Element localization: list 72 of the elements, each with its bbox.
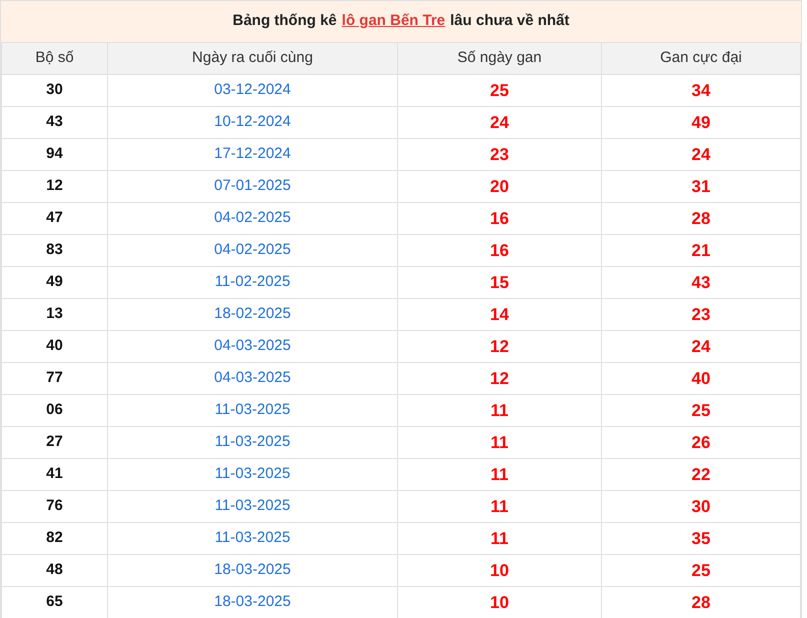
max-gap-cell: 31	[602, 170, 800, 202]
date-cell: 11-02-2025	[108, 266, 398, 298]
column-header: Số ngày gan	[398, 42, 602, 74]
date-cell: 11-03-2025	[108, 458, 398, 490]
date-cell: 04-03-2025	[108, 362, 398, 394]
number-cell: 94	[2, 138, 108, 170]
max-gap-cell: 21	[602, 234, 800, 266]
max-gap-cell: 43	[602, 266, 800, 298]
gap-days-cell: 20	[398, 170, 602, 202]
gap-days-cell: 12	[398, 362, 602, 394]
number-cell: 49	[2, 266, 108, 298]
gap-days-cell: 11	[398, 458, 602, 490]
date-cell: 11-03-2025	[108, 490, 398, 522]
max-gap-cell: 23	[602, 298, 800, 330]
date-cell: 07-01-2025	[108, 170, 398, 202]
number-cell: 41	[2, 458, 108, 490]
max-gap-cell: 24	[602, 330, 800, 362]
date-cell: 04-02-2025	[108, 202, 398, 234]
column-header: Gan cực đại	[602, 42, 800, 74]
gap-days-cell: 16	[398, 202, 602, 234]
max-gap-cell: 25	[602, 394, 800, 426]
max-gap-cell: 22	[602, 458, 800, 490]
max-gap-cell: 28	[602, 202, 800, 234]
date-cell: 17-12-2024	[108, 138, 398, 170]
number-cell: 77	[2, 362, 108, 394]
number-cell: 12	[2, 170, 108, 202]
max-gap-cell: 30	[602, 490, 800, 522]
number-cell: 47	[2, 202, 108, 234]
number-cell: 76	[2, 490, 108, 522]
number-cell: 27	[2, 426, 108, 458]
gap-days-cell: 12	[398, 330, 602, 362]
date-cell: 04-03-2025	[108, 330, 398, 362]
number-cell: 06	[2, 394, 108, 426]
title-link[interactable]: lô gan Bến Tre	[342, 10, 446, 33]
number-cell: 30	[2, 74, 108, 106]
gap-days-cell: 10	[398, 554, 602, 586]
number-cell: 13	[2, 298, 108, 330]
column-header: Ngày ra cuối cùng	[108, 42, 398, 74]
column-header: Bộ số	[2, 42, 108, 74]
max-gap-cell: 35	[602, 522, 800, 554]
number-cell: 40	[2, 330, 108, 362]
gap-days-cell: 11	[398, 522, 602, 554]
gap-days-cell: 11	[398, 394, 602, 426]
gap-days-cell: 11	[398, 426, 602, 458]
number-cell: 83	[2, 234, 108, 266]
gap-days-cell: 25	[398, 74, 602, 106]
date-cell: 11-03-2025	[108, 394, 398, 426]
max-gap-cell: 24	[602, 138, 800, 170]
title-text: lâu chưa về nhất	[450, 11, 570, 32]
number-cell: 82	[2, 522, 108, 554]
max-gap-cell: 25	[602, 554, 800, 586]
date-cell: 03-12-2024	[108, 74, 398, 106]
number-cell: 65	[2, 586, 108, 618]
gap-days-cell: 11	[398, 490, 602, 522]
date-cell: 11-03-2025	[108, 522, 398, 554]
date-cell: 04-02-2025	[108, 234, 398, 266]
date-cell: 11-03-2025	[108, 426, 398, 458]
date-cell: 10-12-2024	[108, 106, 398, 138]
gap-days-cell: 16	[398, 234, 602, 266]
date-cell: 18-03-2025	[108, 554, 398, 586]
max-gap-cell: 40	[602, 362, 800, 394]
number-cell: 48	[2, 554, 108, 586]
max-gap-cell: 34	[602, 74, 800, 106]
date-cell: 18-02-2025	[108, 298, 398, 330]
gap-days-cell: 14	[398, 298, 602, 330]
gap-days-cell: 23	[398, 138, 602, 170]
title-text: Bảng thống kê	[232, 11, 337, 32]
max-gap-cell: 26	[602, 426, 800, 458]
number-cell: 43	[2, 106, 108, 138]
gap-days-cell: 15	[398, 266, 602, 298]
gap-days-cell: 24	[398, 106, 602, 138]
max-gap-cell: 49	[602, 106, 800, 138]
